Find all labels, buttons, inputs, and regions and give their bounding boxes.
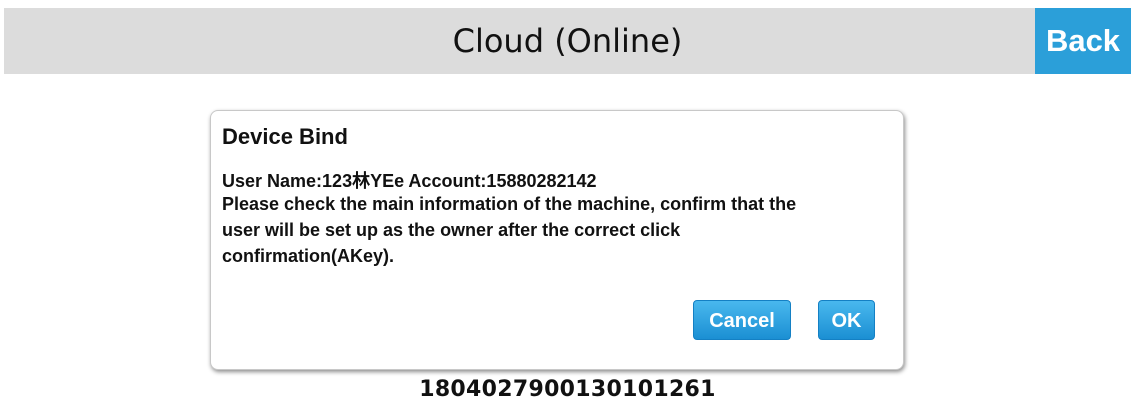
top-bar: Cloud (Online) Back — [4, 8, 1131, 74]
cancel-button[interactable]: Cancel — [693, 300, 791, 340]
device-bind-dialog: Device Bind User Name:123林YEe Account:15… — [210, 110, 904, 370]
user-info-line: User Name:123林YEe Account:15880282142 — [222, 171, 597, 191]
device-serial-number: 1804027900130101261 — [419, 377, 716, 402]
page-title: Cloud (Online) — [452, 22, 683, 60]
back-button[interactable]: Back — [1035, 8, 1131, 74]
message-line: user will be set up as the owner after t… — [222, 220, 681, 240]
dialog-title: Device Bind — [222, 124, 348, 149]
ok-button[interactable]: OK — [818, 300, 875, 340]
message-line: Please check the main information of the… — [222, 194, 797, 214]
message-line: confirmation(AKey). — [222, 246, 395, 266]
